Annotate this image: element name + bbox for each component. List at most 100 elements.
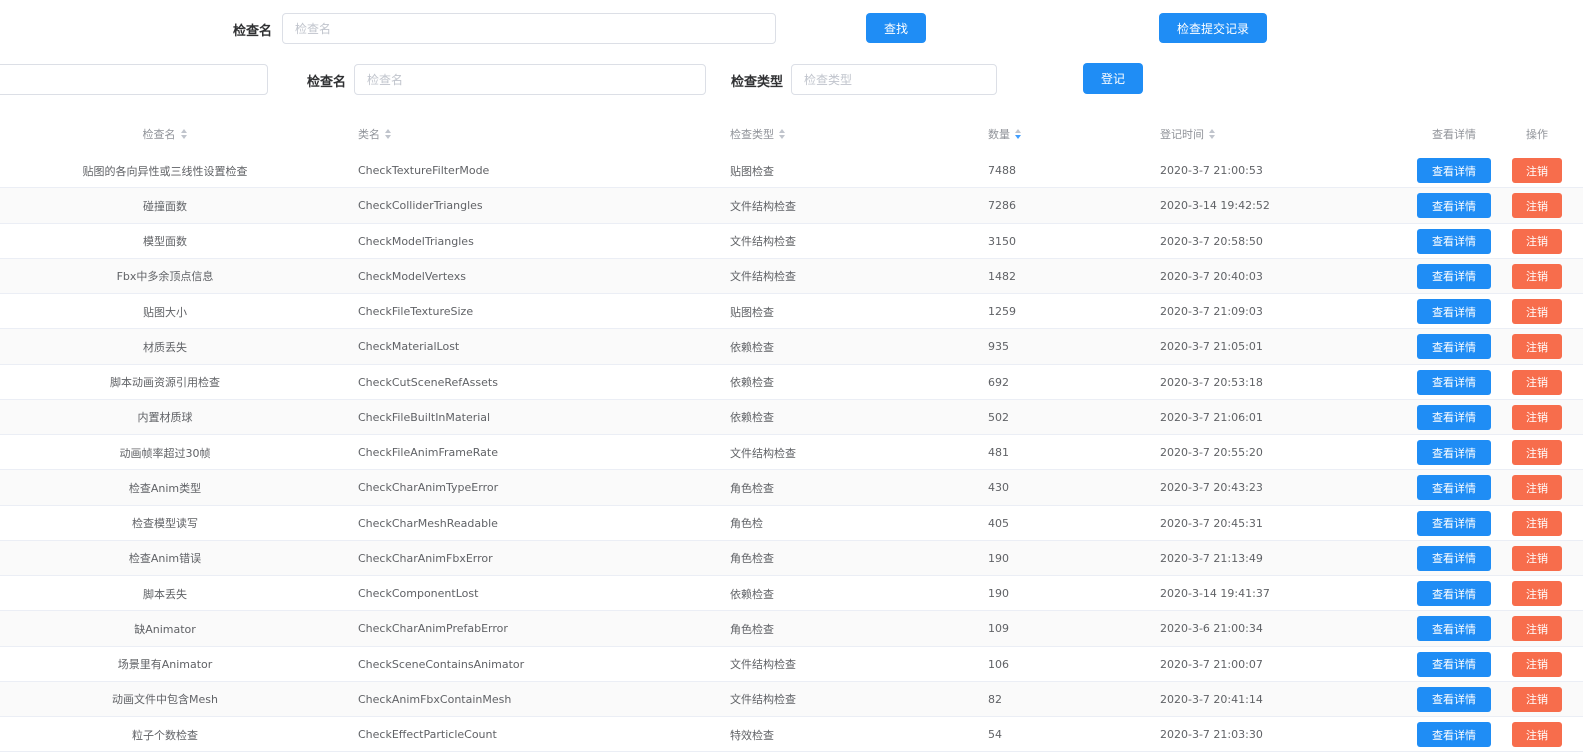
cancel-button[interactable]: 注销 <box>1512 158 1562 183</box>
cancel-button[interactable]: 注销 <box>1512 581 1562 606</box>
cell-class-name: CheckCutSceneRefAssets <box>358 375 498 389</box>
cell-count: 502 <box>988 410 1009 424</box>
table-row: 模型面数 CheckModelTriangles 文件结构检查 3150 2020-3-… <box>0 224 1583 259</box>
register-extra-input[interactable] <box>0 64 268 95</box>
cell-view-detail: 查看详情 <box>1417 611 1491 646</box>
view-detail-button[interactable]: 查看详情 <box>1417 616 1491 642</box>
cell-check-type: 贴图检查 <box>730 305 774 319</box>
cancel-button[interactable]: 注销 <box>1512 299 1562 324</box>
column-header-type[interactable]: 检查类型 <box>730 115 786 153</box>
find-button[interactable]: 查找 <box>866 13 926 43</box>
cancel-button[interactable]: 注销 <box>1512 510 1562 536</box>
cancel-button[interactable]: 注销 <box>1512 475 1562 501</box>
cell-check-name: 材质丢失 <box>143 340 187 354</box>
cell-operation: 注销 <box>1512 682 1562 717</box>
cancel-button[interactable]: 注销 <box>1512 686 1562 712</box>
cell-count: 190 <box>988 551 1009 565</box>
column-header-time[interactable]: 登记时间 <box>1160 115 1216 153</box>
cell-operation: 注销 <box>1512 224 1562 259</box>
view-detail-button[interactable]: 查看详情 <box>1417 299 1491 324</box>
sort-icon[interactable] <box>180 129 188 139</box>
view-detail-button[interactable]: 查看详情 <box>1417 404 1491 430</box>
view-detail-button[interactable]: 查看详情 <box>1417 369 1491 395</box>
cell-view-detail: 查看详情 <box>1417 470 1491 505</box>
cell-class-name: CheckFileTextureSize <box>358 305 474 318</box>
search-label: 检查名 <box>233 24 273 39</box>
cell-count: 430 <box>988 481 1009 495</box>
cell-view-detail: 查看详情 <box>1417 717 1491 752</box>
cell-check-type: 依赖检查 <box>730 411 774 425</box>
view-detail-button[interactable]: 查看详情 <box>1417 581 1491 606</box>
cell-check-name: 碰撞面数 <box>143 199 187 213</box>
cell-count: 82 <box>988 692 1002 706</box>
view-detail-button[interactable]: 查看详情 <box>1417 686 1491 712</box>
column-header-class[interactable]: 类名 <box>358 115 392 153</box>
cancel-button[interactable]: 注销 <box>1512 616 1562 642</box>
cell-class-name: CheckMaterialLost <box>358 340 460 354</box>
sort-icon[interactable] <box>1209 129 1216 139</box>
table-row: 检查Anim类型 CheckCharAnimTypeError 角色检查 430 202… <box>0 470 1583 506</box>
cancel-button[interactable]: 注销 <box>1512 228 1562 254</box>
cell-check-type: 文件结构检查 <box>730 199 796 213</box>
column-header-time-label: 登记时间 <box>1160 128 1204 141</box>
view-detail-button[interactable]: 查看详情 <box>1417 334 1491 360</box>
cell-view-detail: 查看详情 <box>1417 647 1491 682</box>
cancel-button[interactable]: 注销 <box>1512 263 1562 289</box>
cancel-button[interactable]: 注销 <box>1512 193 1562 219</box>
cell-class-name: CheckCharAnimPrefabError <box>358 622 508 636</box>
cell-check-type: 依赖检查 <box>730 340 774 354</box>
cell-register-time: 2020-3-7 20:41:14 <box>1160 692 1263 706</box>
view-detail-button[interactable]: 查看详情 <box>1417 510 1491 536</box>
cell-operation: 注销 <box>1512 647 1562 682</box>
view-detail-button[interactable]: 查看详情 <box>1417 228 1491 254</box>
cell-count: 106 <box>988 657 1009 671</box>
register-name-label: 检查名 <box>307 75 347 90</box>
cell-check-type: 角色检查 <box>730 481 774 495</box>
view-detail-button[interactable]: 查看详情 <box>1417 193 1491 219</box>
cell-check-type: 依赖检查 <box>730 376 774 389</box>
cell-count: 692 <box>988 375 1009 389</box>
view-detail-button[interactable]: 查看详情 <box>1417 263 1491 289</box>
cell-operation: 注销 <box>1512 717 1562 752</box>
register-button[interactable]: 登记 <box>1083 63 1143 94</box>
cell-check-name: 粒子个数检查 <box>132 728 198 742</box>
cell-register-time: 2020-3-7 21:05:01 <box>1160 340 1263 354</box>
table-row: 贴图的各向异性或三线性设置检查 CheckTextureFilterMode 贴图检… <box>0 153 1583 189</box>
register-name-input[interactable]: 检查名 <box>354 64 706 95</box>
view-detail-button[interactable]: 查看详情 <box>1417 722 1491 747</box>
cancel-button[interactable]: 注销 <box>1512 369 1562 395</box>
table-row: 缺Animator CheckCharAnimPrefabError 角色检查 109… <box>0 611 1583 647</box>
view-detail-button[interactable]: 查看详情 <box>1417 545 1491 571</box>
cancel-button[interactable]: 注销 <box>1512 404 1562 430</box>
column-header-count[interactable]: 数量 <box>988 115 1022 153</box>
table-row: 内置材质球 CheckFileBuiltInMaterial 依赖检查 502 2020… <box>0 399 1583 435</box>
column-header-count-label: 数量 <box>988 128 1010 141</box>
cell-register-time: 2020-3-7 21:06:01 <box>1160 410 1263 424</box>
cell-view-detail: 查看详情 <box>1417 329 1491 364</box>
cell-view-detail: 查看详情 <box>1417 541 1491 576</box>
history-button[interactable]: 检查提交记录 <box>1159 13 1267 43</box>
sort-icon[interactable] <box>385 129 392 139</box>
cell-operation: 注销 <box>1512 188 1562 223</box>
cancel-button[interactable]: 注销 <box>1512 334 1562 360</box>
cell-class-name: CheckFileAnimFrameRate <box>358 446 499 459</box>
cell-register-time: 2020-3-7 20:58:50 <box>1160 234 1263 248</box>
view-detail-button[interactable]: 查看详情 <box>1417 158 1491 183</box>
column-header-name[interactable]: 检查名 <box>0 115 330 153</box>
sort-icon[interactable] <box>779 129 786 139</box>
cancel-button[interactable]: 注销 <box>1512 651 1562 677</box>
cell-operation: 注销 <box>1512 611 1562 646</box>
register-type-input[interactable]: 检查类型 <box>791 64 997 95</box>
view-detail-button[interactable]: 查看详情 <box>1417 475 1491 501</box>
view-detail-button[interactable]: 查看详情 <box>1417 651 1491 677</box>
search-input[interactable]: 检查名 <box>282 13 776 44</box>
sort-desc-icon[interactable] <box>1015 129 1022 139</box>
view-detail-button[interactable]: 查看详情 <box>1417 440 1491 465</box>
cell-register-time: 2020-3-7 20:40:03 <box>1160 269 1263 283</box>
cancel-button[interactable]: 注销 <box>1512 722 1562 747</box>
cell-check-name: 模型面数 <box>143 235 187 248</box>
cell-view-detail: 查看详情 <box>1417 153 1491 188</box>
cell-register-time: 2020-3-14 19:42:52 <box>1160 199 1270 213</box>
cancel-button[interactable]: 注销 <box>1512 440 1562 465</box>
cancel-button[interactable]: 注销 <box>1512 545 1562 571</box>
